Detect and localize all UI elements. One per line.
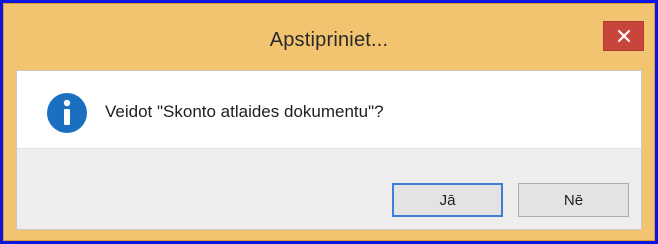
close-icon <box>617 29 630 43</box>
confirm-dialog: Apstipriniet... Veidot "Skonto atlaides … <box>3 3 655 241</box>
button-bar: Jā Nē <box>17 148 641 229</box>
message-area: Veidot "Skonto atlaides dokumentu"? <box>17 71 641 148</box>
screen-highlight-frame: Apstipriniet... Veidot "Skonto atlaides … <box>0 0 658 244</box>
title-bar[interactable]: Apstipriniet... <box>4 4 654 70</box>
close-button[interactable] <box>603 21 644 51</box>
dialog-body: Veidot "Skonto atlaides dokumentu"? Jā N… <box>16 70 642 230</box>
yes-button[interactable]: Jā <box>392 183 503 217</box>
message-text: Veidot "Skonto atlaides dokumentu"? <box>105 102 384 121</box>
dialog-title: Apstipriniet... <box>269 29 389 51</box>
no-button[interactable]: Nē <box>518 183 629 217</box>
info-icon <box>47 93 87 133</box>
